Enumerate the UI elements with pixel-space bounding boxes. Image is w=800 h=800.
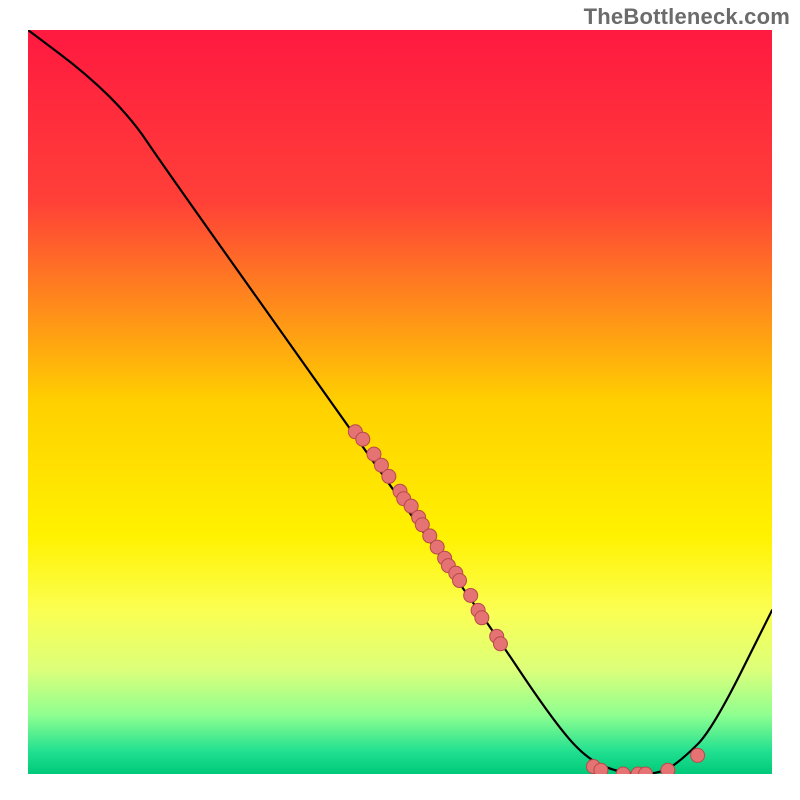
data-point [493, 637, 507, 651]
data-point [475, 611, 489, 625]
data-point [594, 763, 608, 774]
plot-area [28, 30, 772, 774]
chart-container: TheBottleneck.com [0, 0, 800, 800]
data-point [464, 588, 478, 602]
data-point [382, 469, 396, 483]
data-point [691, 748, 705, 762]
data-point [356, 432, 370, 446]
watermark-text: TheBottleneck.com [584, 4, 790, 30]
gradient-background [28, 30, 772, 774]
data-point [453, 574, 467, 588]
chart-svg [28, 30, 772, 774]
data-point [661, 763, 675, 774]
